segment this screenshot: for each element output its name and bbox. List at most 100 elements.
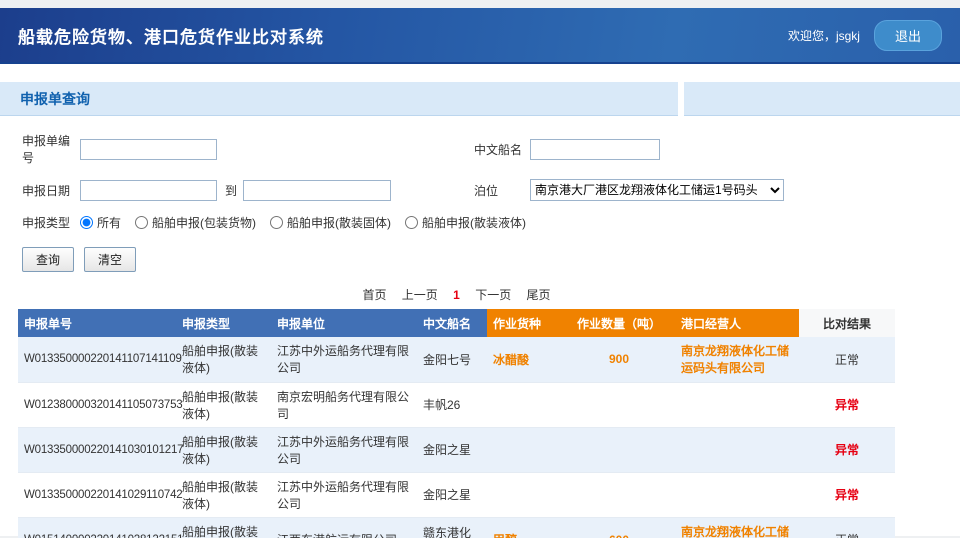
page-current[interactable]: 1 bbox=[453, 288, 460, 302]
page-prev-link[interactable]: 上一页 bbox=[402, 288, 438, 302]
cell-cargo-type bbox=[487, 382, 563, 427]
query-form: 申报单编号 中文船名 申报日期 到 泊位 南京港 bbox=[0, 116, 960, 272]
section-title-bar: 申报单查询 bbox=[0, 82, 678, 116]
col-declare-unit: 申报单位 bbox=[271, 309, 417, 337]
cell-compare-result: 正常 bbox=[799, 517, 895, 538]
clear-button[interactable]: 清空 bbox=[84, 247, 136, 272]
cell-declare-unit: 江西东港航运有限公司 bbox=[271, 517, 417, 538]
cell-compare-result: 异常 bbox=[799, 427, 895, 472]
header-right: 欢迎您，jsgkj 退出 bbox=[788, 20, 942, 51]
cell-port-operator bbox=[675, 472, 799, 517]
cell-port-operator bbox=[675, 382, 799, 427]
cell-declaration-no: W013350000220141029110742 bbox=[18, 472, 176, 517]
radio-bulk-solid[interactable]: 船舶申报(散装固体) bbox=[270, 214, 391, 231]
date-to-label: 到 bbox=[225, 182, 237, 199]
radio-bulk-liquid-input[interactable] bbox=[405, 216, 418, 229]
form-row-2: 申报日期 到 泊位 南京港大厂港区龙翔液体化工储运1号码头 bbox=[22, 179, 940, 201]
cell-compare-result: 异常 bbox=[799, 382, 895, 427]
cell-declare-unit: 南京宏明船务代理有限公司 bbox=[271, 382, 417, 427]
page-last-link[interactable]: 尾页 bbox=[527, 288, 551, 302]
radio-all[interactable]: 所有 bbox=[80, 214, 121, 231]
col-port-operator: 港口经营人 bbox=[675, 309, 799, 337]
col-quantity: 作业数量（吨） bbox=[563, 309, 675, 337]
cell-declare-type: 船舶申报(散装液体) bbox=[176, 382, 271, 427]
cell-declaration-no: W015140000220141028122151 bbox=[18, 517, 176, 538]
cell-cargo-type: 冰醋酸 bbox=[487, 337, 563, 382]
cell-cargo-type: 甲醇 bbox=[487, 517, 563, 538]
ship-name-input[interactable] bbox=[530, 139, 660, 160]
radio-bulk-solid-input[interactable] bbox=[270, 216, 283, 229]
cell-declare-type: 船舶申报(散装液体) bbox=[176, 472, 271, 517]
radio-bulk-liquid-label: 船舶申报(散装液体) bbox=[422, 214, 526, 231]
form-buttons: 查询 清空 bbox=[22, 247, 940, 272]
table-row: W013350000220141030101217 船舶申报(散装液体) 江苏中… bbox=[18, 427, 895, 472]
page: 船载危险货物、港口危货作业比对系统 欢迎您，jsgkj 退出 申报单查询 申报单… bbox=[0, 0, 960, 536]
cell-port-operator: 南京龙翔液体化工储运码头有限公司 bbox=[675, 337, 799, 382]
cell-quantity: 600 bbox=[563, 517, 675, 538]
table-header-row: 申报单号 申报类型 申报单位 中文船名 作业货种 作业数量（吨） 港口经营人 比… bbox=[18, 309, 895, 337]
section-header: 申报单查询 bbox=[0, 64, 960, 116]
col-declaration-no: 申报单号 bbox=[18, 309, 176, 337]
table-row: W013350000220141107141109 船舶申报(散装液体) 江苏中… bbox=[18, 337, 895, 382]
page-next-link[interactable]: 下一页 bbox=[475, 288, 511, 302]
date-to-input[interactable] bbox=[243, 180, 391, 201]
ship-name-group: 中文船名 bbox=[474, 139, 660, 160]
berth-group: 泊位 南京港大厂港区龙翔液体化工储运1号码头 bbox=[474, 179, 784, 201]
declare-type-radios: 所有 船舶申报(包装货物) 船舶申报(散装固体) 船舶申报(散装液体) bbox=[80, 214, 526, 231]
cell-declare-unit: 江苏中外运船务代理有限公司 bbox=[271, 337, 417, 382]
col-declare-type: 申报类型 bbox=[176, 309, 271, 337]
cell-ship-name: 丰帆26 bbox=[417, 382, 487, 427]
date-range-group: 申报日期 到 bbox=[22, 180, 474, 201]
berth-label: 泊位 bbox=[474, 182, 530, 199]
radio-all-label: 所有 bbox=[97, 214, 121, 231]
declaration-no-group: 申报单编号 bbox=[22, 132, 474, 166]
cell-quantity: 900 bbox=[563, 337, 675, 382]
cell-compare-result: 正常 bbox=[799, 337, 895, 382]
date-label: 申报日期 bbox=[22, 182, 80, 199]
type-label: 申报类型 bbox=[22, 214, 80, 231]
main-content: 申报单查询 申报单编号 中文船名 申报日期 到 bbox=[0, 64, 960, 536]
radio-packaged-label: 船舶申报(包装货物) bbox=[152, 214, 256, 231]
cell-quantity bbox=[563, 382, 675, 427]
radio-bulk-solid-label: 船舶申报(散装固体) bbox=[287, 214, 391, 231]
date-from-input[interactable] bbox=[80, 180, 217, 201]
cell-declare-unit: 江苏中外运船务代理有限公司 bbox=[271, 472, 417, 517]
section-title: 申报单查询 bbox=[20, 89, 90, 109]
cell-cargo-type bbox=[487, 472, 563, 517]
col-compare-result: 比对结果 bbox=[799, 309, 895, 337]
section-header-spacer bbox=[684, 82, 960, 116]
cell-declare-type: 船舶申报(散装液体) bbox=[176, 517, 271, 538]
table-row: W012380000320141105073753 船舶申报(散装液体) 南京宏… bbox=[18, 382, 895, 427]
form-row-1: 申报单编号 中文船名 bbox=[22, 132, 940, 166]
table-row: W013350000220141029110742 船舶申报(散装液体) 江苏中… bbox=[18, 472, 895, 517]
radio-packaged[interactable]: 船舶申报(包装货物) bbox=[135, 214, 256, 231]
cell-declare-unit: 江苏中外运船务代理有限公司 bbox=[271, 427, 417, 472]
cell-declaration-no: W012380000320141105073753 bbox=[18, 382, 176, 427]
cell-port-operator: 南京龙翔液体化工储运码头有限公司 bbox=[675, 517, 799, 538]
page-first-link[interactable]: 首页 bbox=[362, 288, 386, 302]
cell-port-operator bbox=[675, 427, 799, 472]
declaration-no-input[interactable] bbox=[80, 139, 217, 160]
table-row: W015140000220141028122151 船舶申报(散装液体) 江西东… bbox=[18, 517, 895, 538]
welcome-text: 欢迎您，jsgkj bbox=[788, 27, 860, 44]
radio-bulk-liquid[interactable]: 船舶申报(散装液体) bbox=[405, 214, 526, 231]
berth-select[interactable]: 南京港大厂港区龙翔液体化工储运1号码头 bbox=[530, 179, 784, 201]
cell-ship-name: 金阳之星 bbox=[417, 427, 487, 472]
cell-compare-result: 异常 bbox=[799, 472, 895, 517]
cell-quantity bbox=[563, 427, 675, 472]
cell-ship-name: 金阳七号 bbox=[417, 337, 487, 382]
col-cargo-type: 作业货种 bbox=[487, 309, 563, 337]
ship-name-label: 中文船名 bbox=[474, 141, 530, 158]
results-table: 申报单号 申报类型 申报单位 中文船名 作业货种 作业数量（吨） 港口经营人 比… bbox=[18, 309, 895, 538]
declaration-no-label: 申报单编号 bbox=[22, 132, 80, 166]
cell-ship-name: 赣东港化166 bbox=[417, 517, 487, 538]
query-button[interactable]: 查询 bbox=[22, 247, 74, 272]
radio-packaged-input[interactable] bbox=[135, 216, 148, 229]
cell-ship-name: 金阳之星 bbox=[417, 472, 487, 517]
logout-button[interactable]: 退出 bbox=[874, 20, 942, 51]
radio-all-input[interactable] bbox=[80, 216, 93, 229]
cell-quantity bbox=[563, 472, 675, 517]
cell-declaration-no: W013350000220141107141109 bbox=[18, 337, 176, 382]
app-title: 船载危险货物、港口危货作业比对系统 bbox=[18, 23, 324, 48]
col-ship-name: 中文船名 bbox=[417, 309, 487, 337]
